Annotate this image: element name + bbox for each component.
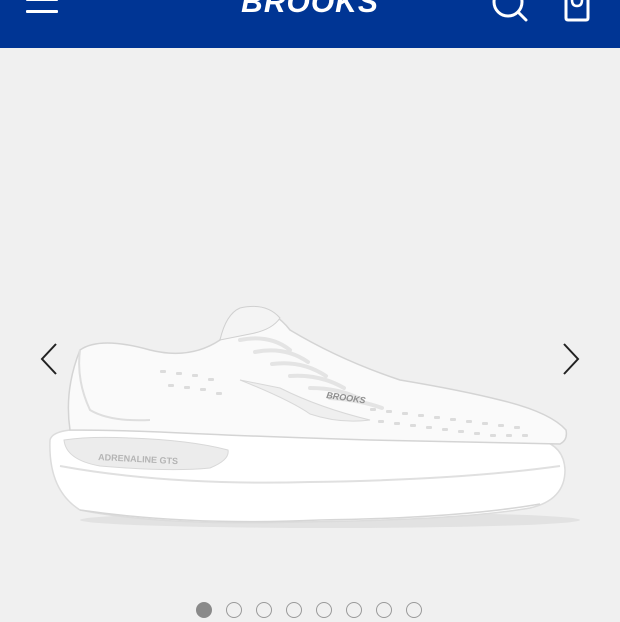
search-icon[interactable] — [490, 0, 530, 24]
bag-icon[interactable] — [560, 0, 596, 24]
top-nav-bar: BROOKS — [0, 0, 620, 48]
carousel-dot[interactable] — [286, 602, 302, 618]
carousel-dot[interactable] — [316, 602, 332, 618]
carousel-dot[interactable] — [406, 602, 422, 618]
carousel-dot[interactable] — [196, 602, 212, 618]
product-shoe-image: BROOKS ADRENALINE GTS — [40, 290, 580, 540]
carousel-dot[interactable] — [256, 602, 272, 618]
carousel-dot[interactable] — [376, 602, 392, 618]
carousel-dot[interactable] — [346, 602, 362, 618]
carousel-dot[interactable] — [226, 602, 242, 618]
